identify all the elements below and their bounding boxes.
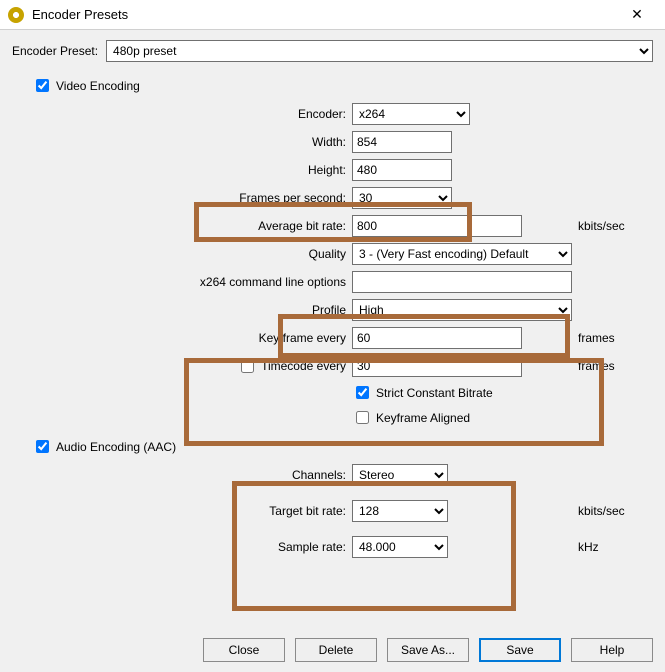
video-encoding-label: Video Encoding (56, 79, 140, 93)
height-input[interactable] (352, 159, 452, 181)
encoder-select[interactable]: x264 (352, 103, 470, 125)
titlebar: Encoder Presets ✕ (0, 0, 665, 30)
sample-rate-label: Sample rate: (12, 540, 352, 554)
channels-select[interactable]: Stereo (352, 464, 448, 486)
audio-grid: Channels: Stereo Target bit rate: 128 kb… (12, 464, 653, 558)
footer: Close Delete Save As... Save Help (203, 638, 653, 662)
window-title: Encoder Presets (32, 7, 617, 22)
fps-select[interactable]: 30 (352, 187, 452, 209)
profile-label: Profile (12, 303, 352, 317)
keyframe-unit: frames (572, 331, 653, 345)
sample-rate-select[interactable]: 48.000 (352, 536, 448, 558)
video-encoding-checkbox[interactable] (36, 79, 49, 92)
width-label: Width: (12, 135, 352, 149)
strict-cbr-row: Strict Constant Bitrate (352, 383, 493, 402)
avg-bitrate-label: Average bit rate: (12, 219, 352, 233)
target-bitrate-label: Target bit rate: (12, 504, 352, 518)
timecode-row: Timecode every (12, 357, 352, 376)
timecode-input[interactable] (352, 355, 522, 377)
strict-cbr-label: Strict Constant Bitrate (376, 386, 493, 400)
help-button[interactable]: Help (571, 638, 653, 662)
app-icon (8, 7, 24, 23)
keyframe-input[interactable] (352, 327, 522, 349)
content: Encoder Preset: 480p preset Video Encodi… (0, 30, 665, 558)
fps-label: Frames per second: (12, 191, 352, 205)
encoder-preset-select[interactable]: 480p preset (106, 40, 653, 62)
audio-encoding-checkbox[interactable] (36, 440, 49, 453)
x264-opts-input[interactable] (352, 271, 572, 293)
save-button[interactable]: Save (479, 638, 561, 662)
timecode-unit: frames (572, 359, 653, 373)
encoder-preset-label: Encoder Preset: (12, 44, 98, 58)
sample-rate-unit: kHz (572, 540, 653, 554)
channels-label: Channels: (12, 468, 352, 482)
width-input[interactable] (352, 131, 452, 153)
delete-button[interactable]: Delete (295, 638, 377, 662)
encoder-label: Encoder: (12, 107, 352, 121)
timecode-checkbox[interactable] (241, 360, 254, 373)
save-as-button[interactable]: Save As... (387, 638, 469, 662)
quality-select[interactable]: 3 - (Very Fast encoding) Default (352, 243, 572, 265)
keyframe-label: Key frame every (12, 331, 352, 345)
encoder-preset-row: Encoder Preset: 480p preset (12, 40, 653, 62)
target-bitrate-select[interactable]: 128 (352, 500, 448, 522)
avg-bitrate-unit: kbits/sec (572, 219, 653, 233)
close-button[interactable]: Close (203, 638, 285, 662)
target-bitrate-unit: kbits/sec (572, 504, 653, 518)
profile-select[interactable]: High (352, 299, 572, 321)
avg-bitrate-input[interactable] (352, 215, 522, 237)
audio-encoding-section: Audio Encoding (AAC) (32, 437, 653, 456)
timecode-label: Timecode every (261, 359, 346, 373)
quality-label: Quality (12, 247, 352, 261)
height-label: Height: (12, 163, 352, 177)
video-encoding-section: Video Encoding (32, 76, 653, 95)
keyframe-aligned-checkbox[interactable] (356, 411, 369, 424)
keyframe-aligned-row: Keyframe Aligned (352, 408, 470, 427)
video-grid: Encoder: x264 Width: Height: Frames per … (12, 103, 653, 427)
strict-cbr-checkbox[interactable] (356, 386, 369, 399)
audio-encoding-label: Audio Encoding (AAC) (56, 440, 176, 454)
x264-opts-label: x264 command line options (12, 275, 352, 289)
keyframe-aligned-label: Keyframe Aligned (376, 411, 470, 425)
close-icon[interactable]: ✕ (617, 0, 657, 30)
